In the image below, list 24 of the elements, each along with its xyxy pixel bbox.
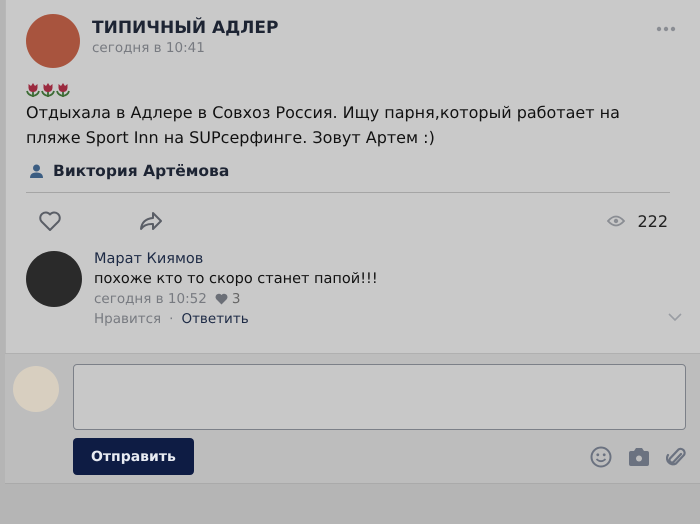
share-arrow-icon[interactable] [138, 210, 164, 232]
like-heart-icon[interactable] [38, 210, 62, 232]
comment-input-field[interactable] [73, 364, 686, 430]
heart-icon [214, 293, 228, 305]
smiley-icon[interactable] [590, 446, 612, 468]
person-icon [30, 164, 43, 178]
separator-dot: · [169, 311, 174, 327]
like-count: 3 [232, 291, 240, 307]
comment-text: похоже кто то скоро станет папой!!! [94, 271, 379, 287]
eye-icon [607, 215, 626, 227]
camera-icon[interactable] [628, 446, 650, 466]
tulip-icon [41, 82, 55, 98]
group-avatar[interactable] [26, 14, 80, 68]
tulip-icon [26, 82, 40, 98]
reply-link[interactable]: Ответить [181, 311, 249, 327]
more-icon[interactable] [656, 26, 676, 32]
chevron-down-icon[interactable] [668, 313, 682, 321]
view-count: 222 [637, 212, 668, 230]
post-text: Отдыхала в Адлере в Совхоз Россия. Ищу парня,который работает на пляже Sport Inn на SUPсерфинге. Зовут Артем :) [26, 102, 621, 149]
commenter-name[interactable]: Марат Киямов [94, 251, 656, 267]
group-name[interactable]: ТИПИЧНЫЙ АДЛЕР [92, 18, 644, 38]
signer-name[interactable]: Виктория Артёмова [53, 162, 230, 180]
send-button[interactable]: Отправить [73, 438, 194, 475]
tulip-icon [56, 82, 70, 98]
